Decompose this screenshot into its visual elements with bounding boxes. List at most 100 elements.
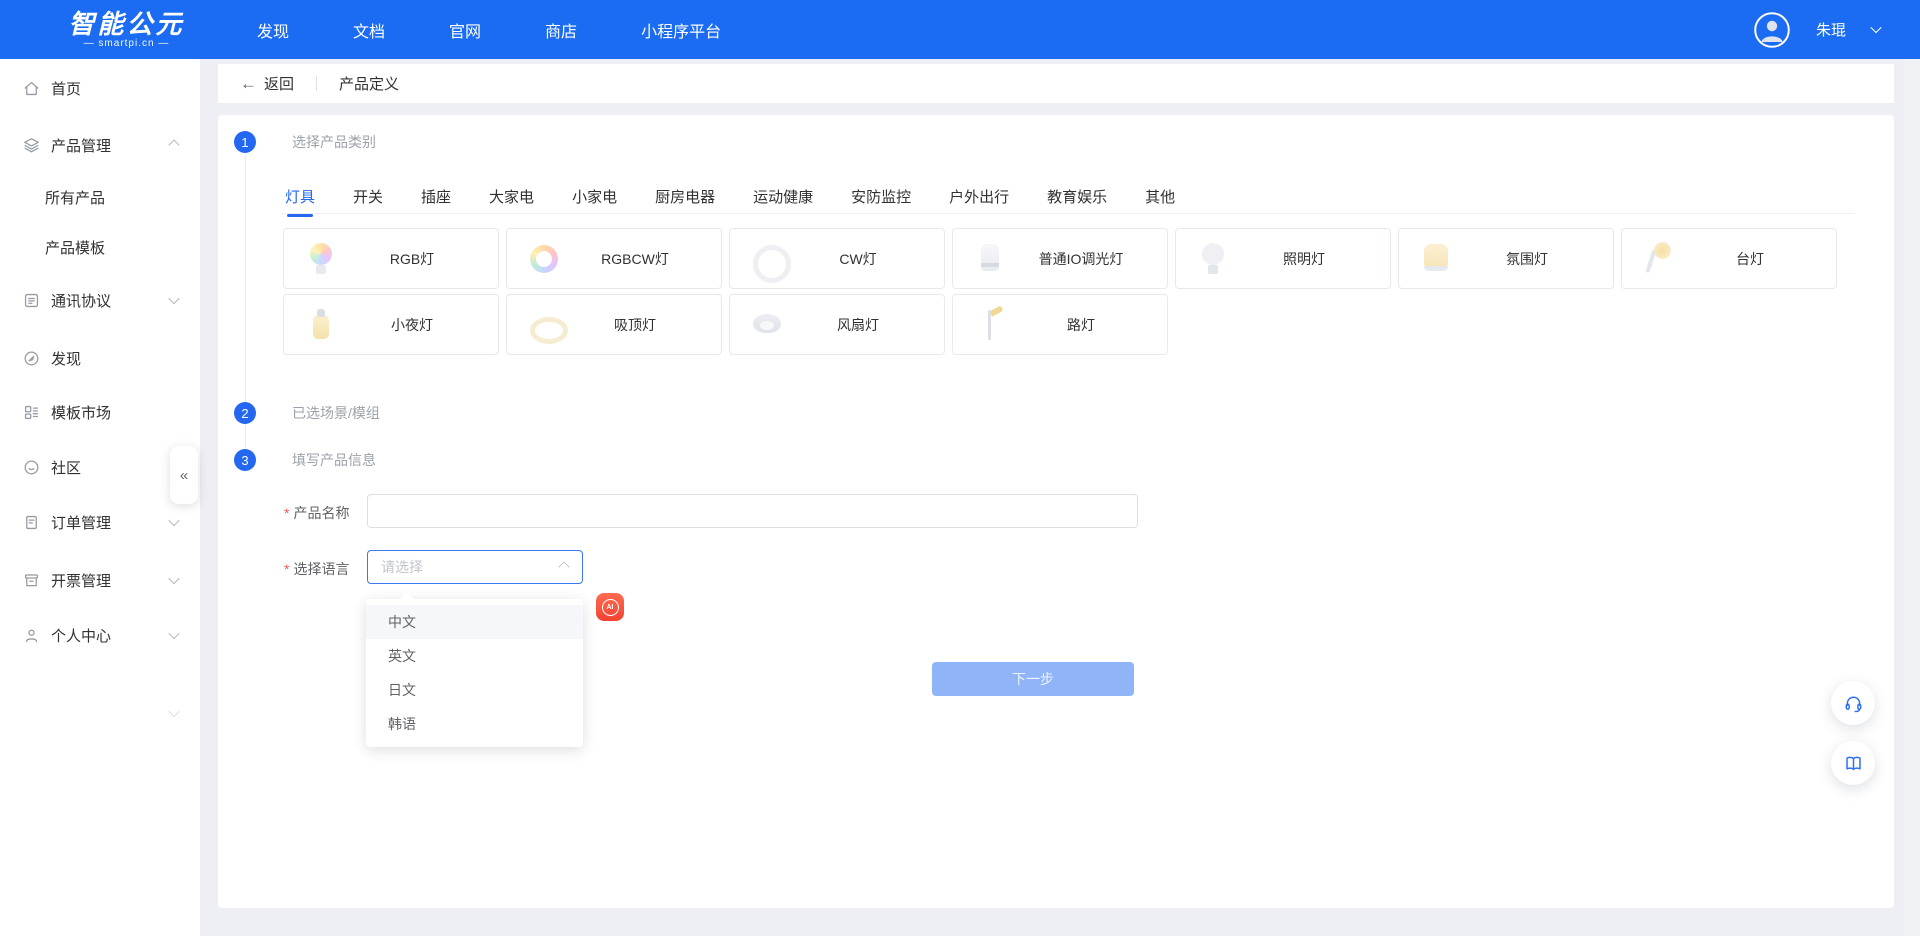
- next-step-button[interactable]: 下一步: [932, 662, 1134, 696]
- username[interactable]: 朱琨: [1816, 19, 1846, 40]
- sidebar-item-label: 首页: [51, 78, 81, 99]
- product-card[interactable]: 路灯: [952, 294, 1168, 355]
- product-card-label: 路灯: [1009, 315, 1167, 335]
- protocol-icon: [22, 291, 41, 310]
- customer-service-button[interactable]: [1831, 681, 1875, 725]
- navbar-user-area: 朱琨: [1754, 0, 1880, 59]
- step-3-label: 填写产品信息: [292, 450, 376, 470]
- user-avatar-icon[interactable]: [1754, 12, 1790, 48]
- chevron-up-icon: [558, 561, 569, 572]
- sidebar-item[interactable]: 所有产品: [0, 174, 200, 220]
- fan-light-icon: [748, 306, 786, 344]
- step-1-label: 选择产品类别: [292, 132, 376, 152]
- page-title: 产品定义: [339, 73, 399, 94]
- sidebar-item[interactable]: 模板市场: [0, 389, 200, 435]
- rgb-bulb-icon: [302, 240, 340, 278]
- product-card[interactable]: RGB灯: [283, 228, 499, 289]
- ai-icon: AI: [602, 599, 619, 616]
- language-option[interactable]: 中文: [366, 605, 583, 639]
- docs-guide-button[interactable]: [1831, 741, 1875, 785]
- language-option[interactable]: 英文: [366, 639, 583, 673]
- product-card-label: RGB灯: [340, 249, 498, 269]
- product-name-label: *产品名称: [284, 503, 349, 523]
- navbar-menu: 发现 文档 官网 商店 小程序平台: [257, 18, 721, 42]
- logo-title: 智能公元: [44, 11, 209, 37]
- ai-assistant-button[interactable]: AI: [596, 593, 624, 621]
- navbar-item[interactable]: 文档: [353, 18, 385, 42]
- sidebar-item-label: 开票管理: [51, 570, 111, 591]
- language-option[interactable]: 韩语: [366, 707, 583, 741]
- navbar-item[interactable]: 小程序平台: [641, 18, 721, 42]
- back-button[interactable]: ← 返回: [240, 73, 294, 94]
- chevron-down-icon: [168, 628, 179, 639]
- logo[interactable]: 智能公元 — smartpi.cn —: [44, 11, 209, 49]
- bottom-strip: [0, 936, 1920, 945]
- page-header: ← 返回 产品定义: [218, 64, 1894, 103]
- main-area: ← 返回 产品定义 1 选择产品类别 2 已选场景/模组 3 填写产品信息 灯具…: [200, 59, 1920, 945]
- open-book-icon: [1843, 753, 1864, 774]
- chevron-down-icon: [168, 515, 179, 526]
- step-2: 2 已选场景/模组: [234, 402, 380, 424]
- layers-icon: [22, 136, 41, 155]
- sidebar-item[interactable]: 产品模板: [0, 224, 200, 270]
- product-card[interactable]: CW灯: [729, 228, 945, 289]
- product-grid: RGB灯 RGBCW灯 CW灯普通IO调光灯照明灯氛围灯 台灯小夜灯 吸顶灯风扇灯 路灯: [283, 228, 1853, 355]
- navbar-item[interactable]: 商店: [545, 18, 577, 42]
- night-light-icon: [302, 306, 340, 344]
- step-2-badge: 2: [234, 402, 256, 424]
- sidebar-item[interactable]: 订单管理: [0, 499, 200, 545]
- header-divider: [316, 76, 317, 91]
- scrollbar-track[interactable]: [1904, 59, 1920, 945]
- chevron-down-icon: [168, 573, 179, 584]
- orders-icon: [22, 513, 41, 532]
- sidebar-item[interactable]: 开票管理: [0, 557, 200, 603]
- product-card[interactable]: 风扇灯: [729, 294, 945, 355]
- product-name-input[interactable]: [367, 494, 1138, 528]
- sidebar-item[interactable]: 发现: [0, 335, 200, 381]
- product-card-label: 台灯: [1678, 249, 1836, 269]
- sidebar-item-label: 产品模板: [45, 237, 105, 258]
- sidebar-item[interactable]: 首页: [0, 65, 200, 111]
- sidebar-item[interactable]: 个人中心: [0, 612, 200, 658]
- step-1-badge: 1: [234, 131, 256, 153]
- compass-icon: [22, 349, 41, 368]
- sidebar-item[interactable]: 通讯协议: [0, 277, 200, 323]
- product-card[interactable]: RGBCW灯: [506, 228, 722, 289]
- language-label: *选择语言: [284, 559, 349, 579]
- ambience-lamp-icon: [1417, 240, 1455, 278]
- market-icon: [22, 403, 41, 422]
- home-icon: [22, 79, 41, 98]
- product-card[interactable]: 照明灯: [1175, 228, 1391, 289]
- street-lamp-icon: [971, 306, 1009, 344]
- user-menu-chevron-down-icon[interactable]: [1870, 21, 1881, 32]
- sidebar-item-label: 所有产品: [45, 187, 105, 208]
- ceiling-lamp-icon: [525, 306, 563, 344]
- product-card-label: CW灯: [786, 249, 944, 269]
- dimmer-lamp-icon: [971, 240, 1009, 278]
- navbar-item[interactable]: 发现: [257, 18, 289, 42]
- product-card[interactable]: 普通IO调光灯: [952, 228, 1168, 289]
- product-card-label: RGBCW灯: [563, 249, 721, 269]
- invoice-icon: [22, 571, 41, 590]
- content-card: 1 选择产品类别 2 已选场景/模组 3 填写产品信息 灯具开关插座大家电小家电…: [218, 115, 1894, 908]
- language-select[interactable]: 请选择: [367, 550, 583, 584]
- step-2-label: 已选场景/模组: [292, 403, 380, 423]
- community-icon: [22, 458, 41, 477]
- language-option[interactable]: 日文: [366, 673, 583, 707]
- chevron-up-icon: [168, 139, 179, 150]
- language-dropdown: 中文英文日文韩语: [366, 599, 583, 747]
- product-card[interactable]: 吸顶灯: [506, 294, 722, 355]
- product-card[interactable]: 小夜灯: [283, 294, 499, 355]
- sidebar-item[interactable]: 产品管理: [0, 122, 200, 168]
- sidebar-item-label: 模板市场: [51, 402, 111, 423]
- select-placeholder: 请选择: [381, 557, 560, 577]
- product-card[interactable]: 氛围灯: [1398, 228, 1614, 289]
- product-card-label: 小夜灯: [340, 315, 498, 335]
- top-navbar: 智能公元 — smartpi.cn — 发现 文档 官网 商店 小程序平台 朱琨: [0, 0, 1920, 59]
- collapse-icon: «: [180, 467, 188, 484]
- sidebar-collapse-button[interactable]: «: [170, 446, 198, 504]
- navbar-item[interactable]: 官网: [449, 18, 481, 42]
- product-card[interactable]: 台灯: [1621, 228, 1837, 289]
- product-card-label: 吸顶灯: [563, 315, 721, 335]
- app-screen: 智能公元 — smartpi.cn — 发现文档官网商店小程序平台 朱琨 首页产…: [0, 0, 1920, 945]
